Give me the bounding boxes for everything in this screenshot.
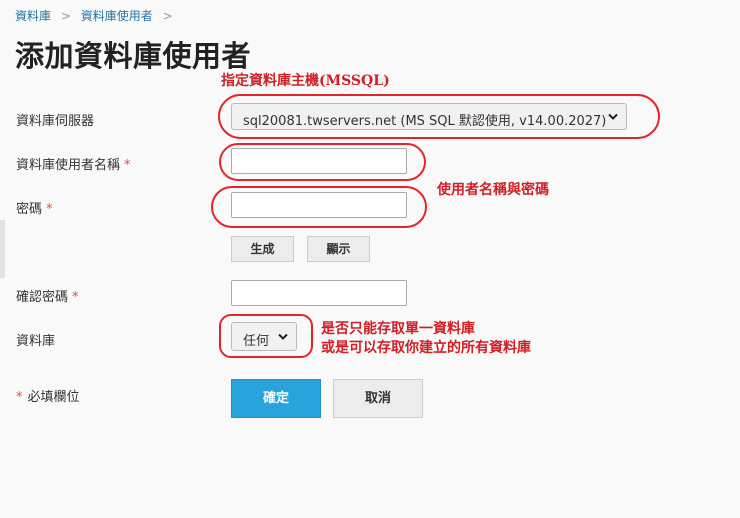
- confirm-password-label-text: 確認密碼: [16, 290, 69, 305]
- password-label: 密碼 *: [16, 198, 53, 217]
- confirm-password-label: 確認密碼 *: [16, 286, 79, 305]
- breadcrumb: 資料庫 > 資料庫使用者 >: [15, 7, 179, 24]
- annotation-database-note-line1: 是否只能存取單一資料庫: [321, 321, 475, 337]
- required-fields-note: * 必填欄位: [16, 386, 80, 405]
- annotation-oval-server: [218, 94, 660, 139]
- annotation-credentials-note: 使用者名稱與密碼: [437, 182, 549, 198]
- breadcrumb-separator-icon: >: [60, 9, 71, 23]
- page-title: 添加資料庫使用者: [15, 39, 252, 73]
- ok-button[interactable]: 確定: [231, 379, 321, 418]
- breadcrumb-separator-icon: >: [162, 9, 173, 23]
- breadcrumb-link-database-users[interactable]: 資料庫使用者: [81, 9, 153, 23]
- password-label-text: 密碼: [16, 202, 43, 217]
- confirm-password-input[interactable]: [231, 280, 407, 306]
- annotation-oval-username: [219, 143, 426, 181]
- server-label: 資料庫伺服器: [16, 114, 95, 129]
- generate-password-button[interactable]: 生成: [231, 236, 294, 262]
- required-asterisk: *: [72, 290, 79, 305]
- database-label: 資料庫: [16, 334, 56, 349]
- annotation-server-note: 指定資料庫主機(MSSQL): [221, 73, 390, 89]
- required-asterisk: *: [124, 158, 131, 173]
- show-password-button[interactable]: 顯示: [307, 236, 370, 262]
- required-asterisk: *: [46, 202, 53, 217]
- required-asterisk: *: [16, 390, 23, 405]
- annotation-oval-password: [211, 186, 427, 228]
- username-label: 資料庫使用者名稱 *: [16, 154, 131, 173]
- annotation-oval-database: [219, 314, 313, 358]
- breadcrumb-link-databases[interactable]: 資料庫: [15, 9, 51, 23]
- cancel-button[interactable]: 取消: [333, 379, 423, 418]
- annotation-database-note-line2: 或是可以存取你建立的所有資料庫: [321, 340, 531, 356]
- required-fields-text: 必填欄位: [27, 390, 80, 405]
- side-panel-tab[interactable]: [0, 220, 5, 278]
- username-label-text: 資料庫使用者名稱: [16, 158, 121, 173]
